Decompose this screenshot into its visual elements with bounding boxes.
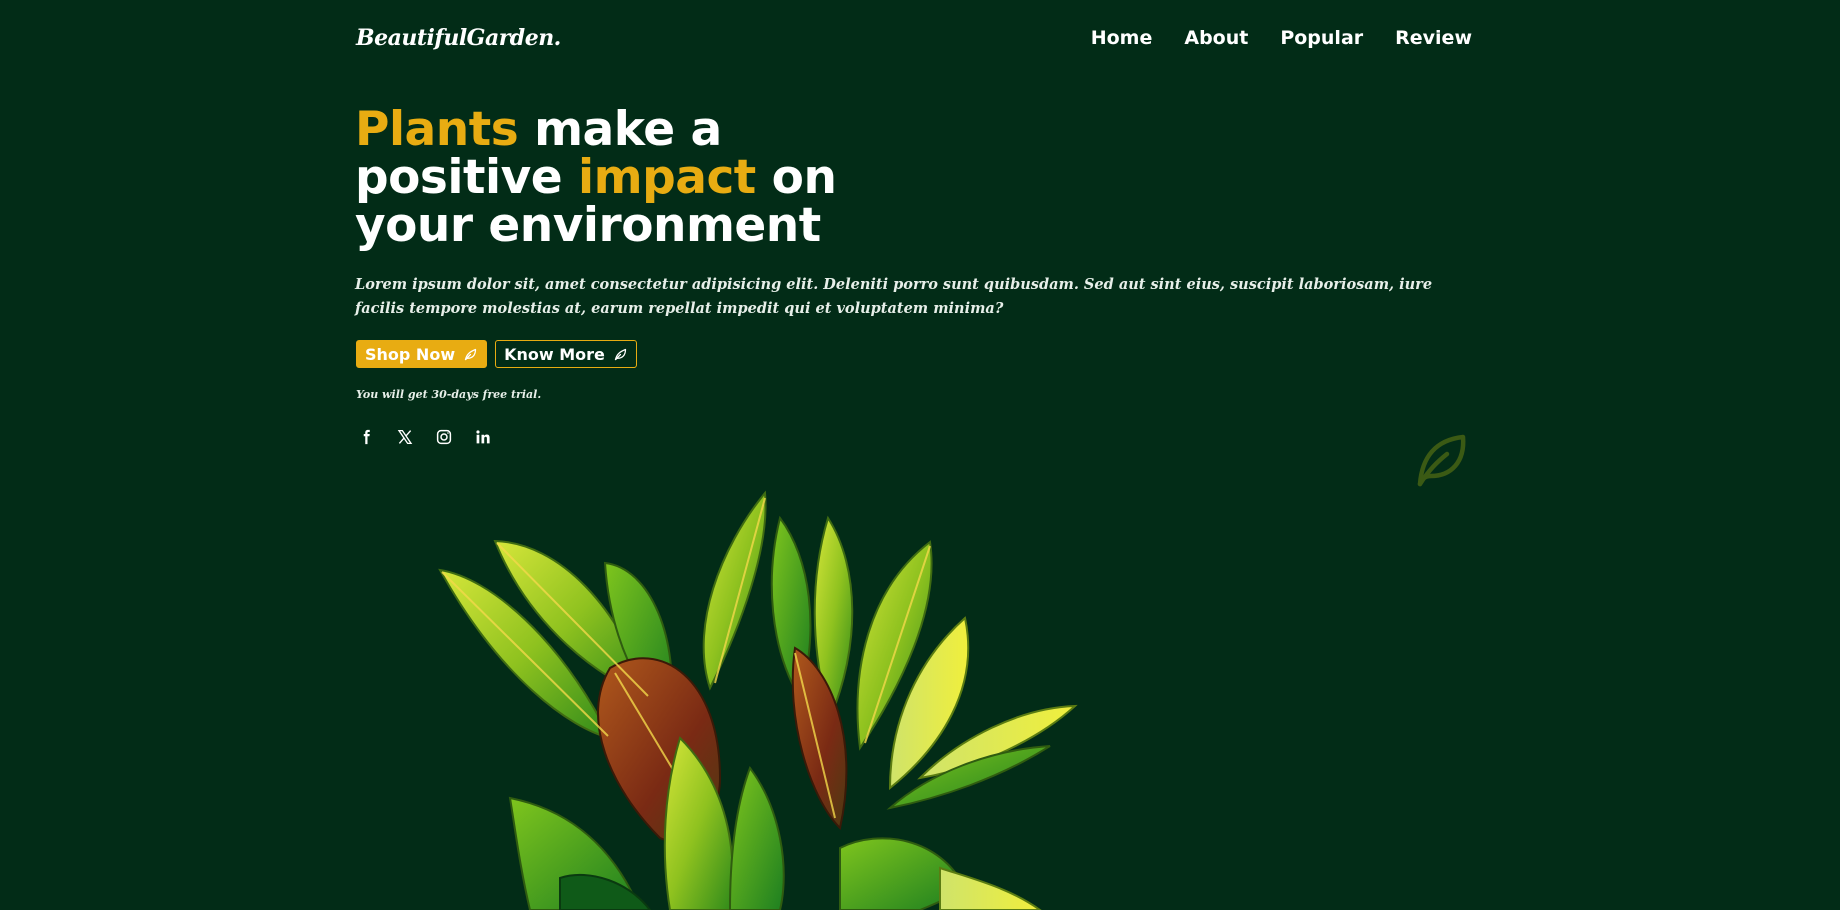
linkedin-icon[interactable] (473, 427, 493, 447)
instagram-icon[interactable] (434, 427, 454, 447)
hero-title-segment: your environment (355, 198, 821, 253)
nav-home[interactable]: Home (1091, 27, 1153, 49)
leaf-icon (1417, 434, 1466, 487)
site-header: BeautifulGarden. Home About Popular Revi… (356, 20, 1472, 56)
nav-popular[interactable]: Popular (1280, 27, 1363, 49)
know-more-label: Know More (504, 344, 605, 364)
hero-title-accent-impact: impact (578, 150, 756, 205)
nav-review[interactable]: Review (1395, 27, 1472, 49)
leaf-icon (614, 348, 627, 360)
hero-title-accent-plants: Plants (355, 102, 519, 157)
hero-description: Lorem ipsum dolor sit, amet consectetur … (355, 276, 1433, 317)
shop-now-button[interactable]: Shop Now (356, 340, 488, 368)
hero-buttons: Shop Now Know More (356, 340, 637, 368)
leaf-icon (464, 348, 477, 360)
trial-note: You will get 30-days free trial. (356, 388, 542, 401)
site-logo[interactable]: BeautifulGarden. (356, 25, 561, 51)
hero-title-segment: make a (534, 102, 722, 157)
nav-about[interactable]: About (1184, 27, 1248, 49)
main-nav: Home About Popular Review (1091, 27, 1472, 49)
social-links (356, 427, 493, 447)
hero-title-segment: on (771, 150, 837, 205)
landing-page: BeautifulGarden. Home About Popular Revi… (0, 0, 1840, 910)
x-icon[interactable] (395, 427, 415, 447)
hero-title: Plants make a positive impact on your en… (355, 106, 875, 250)
know-more-button[interactable]: Know More (495, 340, 637, 368)
shop-now-label: Shop Now (365, 344, 456, 364)
hero-title-segment: positive (355, 150, 563, 205)
facebook-icon[interactable] (356, 427, 376, 447)
croton-plant-image (438, 490, 1078, 910)
